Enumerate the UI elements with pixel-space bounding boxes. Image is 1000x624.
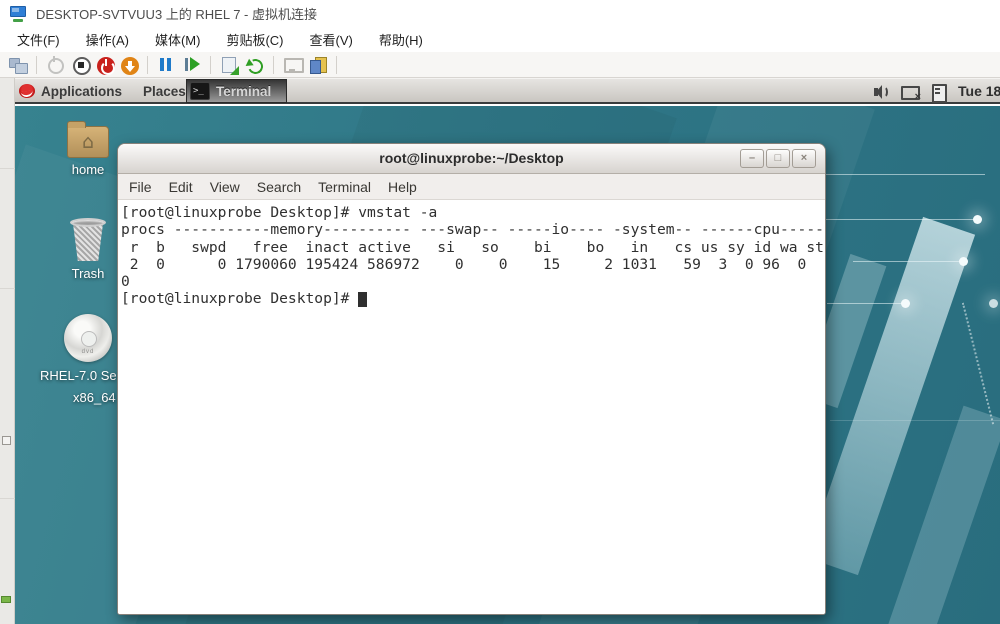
terminal-menubar: File Edit View Search Terminal Help [118,174,825,200]
terminal-line: [root@linuxprobe Desktop]# vmstat -a [121,204,825,221]
hyperv-window-title: DESKTOP-SVTVUU3 上的 RHEL 7 - 虚拟机连接 [36,4,317,23]
background-icon-fragment [1,596,11,603]
background-window-edge [0,78,15,624]
maximize-button[interactable]: □ [766,149,790,168]
dvd-label-line1: RHEL-7.0 Se [40,368,117,383]
applications-menu[interactable]: Applications [35,79,128,103]
minimize-button[interactable]: – [740,149,764,168]
start-vm-icon[interactable] [45,55,65,75]
terminal-menu-terminal[interactable]: Terminal [318,179,371,195]
home-folder-icon: ⌂ [67,126,109,158]
terminal-prompt: [root@linuxprobe Desktop]# [121,290,358,307]
redhat-logo-icon [19,84,35,98]
terminal-menu-edit[interactable]: Edit [169,179,193,195]
terminal-line: r b swpd free inact active si so bi bo i… [121,239,825,256]
hyperv-app-icon [10,6,27,21]
network-icon[interactable] [900,83,920,101]
ctrl-alt-del-icon[interactable] [8,55,28,75]
clock[interactable]: Tue 18 [958,79,1000,103]
terminal-menu-view[interactable]: View [210,179,240,195]
screen: DESKTOP-SVTVUU3 上的 RHEL 7 - 虚拟机连接 文件(F) … [0,0,1000,624]
terminal-prompt-line: [root@linuxprobe Desktop]# [121,290,825,307]
menu-view[interactable]: 查看(V) [297,27,366,52]
menu-action[interactable]: 操作(A) [73,27,142,52]
terminal-content[interactable]: [root@linuxprobe Desktop]# vmstat -a pro… [118,200,825,614]
display-settings-icon[interactable] [282,55,302,75]
gnome-panel: Applications Places >_ Terminal Tue 18 [15,78,1000,104]
save-vm-icon[interactable] [121,57,139,75]
terminal-menu-help[interactable]: Help [388,179,417,195]
shut-down-vm-icon[interactable] [97,57,115,75]
terminal-menu-file[interactable]: File [129,179,152,195]
dvd-label-line2: x86_64 [73,390,116,405]
hyperv-titlebar: DESKTOP-SVTVUU3 上的 RHEL 7 - 虚拟机连接 [0,0,1000,27]
toolbar-separator [210,56,211,74]
taskbar-terminal-button[interactable]: >_ Terminal [186,79,287,103]
toolbar-separator [273,56,274,74]
toolbar-separator [147,56,148,74]
enhanced-session-icon[interactable] [308,55,328,75]
menu-clipboard[interactable]: 剪贴板(C) [213,27,296,52]
terminal-window-title: root@linuxprobe:~/Desktop [118,150,825,166]
turn-off-vm-icon[interactable] [71,55,91,75]
taskbar-terminal-label: Terminal [216,84,271,99]
menu-file[interactable]: 文件(F) [4,27,73,52]
terminal-icon: >_ [190,82,210,100]
terminal-menu-search[interactable]: Search [257,179,301,195]
menu-media[interactable]: 媒体(M) [142,27,214,52]
reset-vm-icon[interactable] [182,55,202,75]
toolbar-separator [36,56,37,74]
pause-vm-icon[interactable] [156,55,176,75]
vm-screen: Applications Places >_ Terminal Tue 18 ⌂… [15,78,1000,624]
terminal-cursor [358,292,367,307]
terminal-window: root@linuxprobe:~/Desktop – □ × File Edi… [117,143,826,615]
terminal-line: procs -----------memory---------- ---swa… [121,221,825,238]
dvd-disc-icon: dvd [64,314,112,362]
background-icon-fragment [2,436,11,445]
clipboard-tray-icon[interactable] [929,83,949,101]
places-menu[interactable]: Places [137,79,192,103]
volume-icon[interactable] [872,83,892,101]
trash-icon [68,218,108,262]
terminal-line: 0 [121,273,825,290]
close-button[interactable]: × [792,149,816,168]
checkpoint-icon[interactable] [219,55,239,75]
toolbar-separator [336,56,337,74]
hyperv-menubar: 文件(F) 操作(A) 媒体(M) 剪贴板(C) 查看(V) 帮助(H) [0,27,1000,52]
revert-icon[interactable] [245,55,265,75]
menu-help[interactable]: 帮助(H) [366,27,436,52]
terminal-titlebar[interactable]: root@linuxprobe:~/Desktop – □ × [118,144,825,174]
terminal-line: 2 0 0 1790060 195424 586972 0 0 15 2 103… [121,256,825,273]
hyperv-toolbar [0,52,1000,78]
